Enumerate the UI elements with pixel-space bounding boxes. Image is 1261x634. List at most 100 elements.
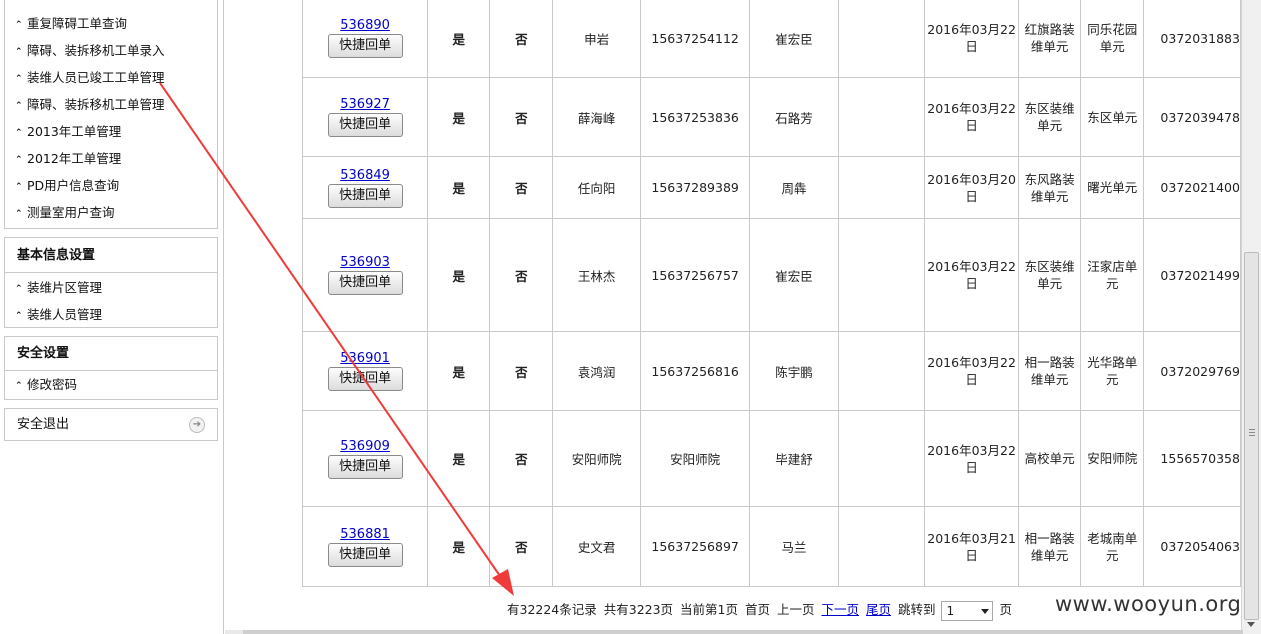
basic-settings-menu-list: ⌃ 装维片区管理 ⌃ 装维人员管理 — [5, 273, 217, 328]
cell-empty — [837, 410, 926, 507]
chevron-up-icon: ⌃ — [15, 74, 23, 84]
work-order-table: 536890 快捷回单是否申岩 15637254112 崔宏臣 2016年03月22日红… — [301, 0, 1241, 587]
table-row: 536909 快捷回单是否安阳师院 安阳师院 毕建舒 2016年03月22日 高校单元 安阳… — [301, 410, 1241, 507]
cell-landline: 0372039478 — [1143, 77, 1241, 157]
order-id-link[interactable]: 536890 — [304, 18, 427, 33]
watermark: www.wooyun.org — [1055, 592, 1242, 616]
cell-customer-name: 王林杰 — [552, 218, 641, 332]
quick-reply-button[interactable]: 快捷回单 — [327, 367, 403, 391]
horizontal-scrollbar[interactable] — [225, 630, 1243, 634]
quick-reply-button[interactable]: 快捷回单 — [327, 34, 403, 58]
order-id-link[interactable]: 536849 — [304, 168, 427, 183]
chevron-up-icon: ⌃ — [15, 47, 23, 57]
scrollbar-thumb[interactable] — [1244, 252, 1259, 620]
cell-area-unit: 同乐花园单元 — [1080, 0, 1145, 78]
menu-item-label: 测量室用户查询 — [27, 205, 115, 220]
cell-date: 2016年03月21日 — [924, 506, 1020, 587]
order-id-link[interactable]: 536901 — [304, 351, 427, 366]
menu-item-area-management[interactable]: ⌃ 装维片区管理 — [5, 274, 217, 301]
cell-area-unit: 老城南单元 — [1080, 506, 1145, 587]
quick-reply-button[interactable]: 快捷回单 — [327, 113, 403, 137]
cell-landline: 0372029769 — [1143, 331, 1241, 411]
menu-item-completed-orders[interactable]: ⌃ 装维人员已竣工工单管理 — [5, 64, 217, 91]
cell-phone: 15637289389 — [639, 156, 751, 219]
quick-reply-button[interactable]: 快捷回单 — [327, 271, 403, 295]
cell-date: 2016年03月20日 — [924, 156, 1020, 219]
menu-item-order-management[interactable]: ⌃ 障碍、装拆移机工单管理 — [5, 91, 217, 118]
cell-customer-name: 薛海峰 — [552, 77, 641, 157]
arrow-right-circle-icon: ➔ — [189, 417, 205, 433]
cell-empty — [837, 156, 926, 219]
quick-reply-button[interactable]: 快捷回单 — [327, 183, 403, 208]
table-row: 536927 快捷回单是否薛海峰 15637253836 石路芳 2016年03月22日… — [301, 77, 1241, 157]
menu-item-label: 2013年工单管理 — [27, 124, 122, 139]
logout-label: 安全退出 — [17, 417, 70, 432]
prev-page-text: 上一页 — [776, 602, 815, 617]
cell-maintenance-unit: 相一路装维单元 — [1018, 331, 1082, 411]
cell-staff: 崔宏臣 — [749, 218, 839, 332]
cell-date: 2016年03月22日 — [924, 331, 1020, 411]
table-row: 536901 快捷回单是否袁鸿润 15637256816 陈宇鹏 2016年03月22日… — [301, 331, 1241, 411]
cell-empty — [837, 331, 926, 411]
main-content: 536890 快捷回单是否申岩 15637254112 崔宏臣 2016年03月22日红… — [225, 0, 1241, 634]
panel-title: 安全设置 — [5, 337, 217, 371]
cell-landline: 0372031883 — [1143, 0, 1241, 78]
cell-phone: 15637254112 — [639, 0, 751, 78]
menu-item-order-entry[interactable]: ⌃ 障碍、装拆移机工单录入 — [5, 37, 217, 64]
page-jump-select[interactable]: 1 — [941, 600, 994, 621]
menu-item-2012-orders[interactable]: ⌃ 2012年工单管理 — [5, 145, 217, 172]
scrollbar-thumb[interactable] — [243, 630, 1243, 634]
chevron-up-icon: ⌃ — [15, 182, 23, 192]
page-count: 共有3223页 — [603, 602, 674, 617]
scroll-down-arrow-icon[interactable] — [1247, 622, 1255, 627]
cell-maintenance-unit: 红旗路装维单元 — [1018, 0, 1082, 78]
cell-phone: 15637256757 — [639, 218, 751, 332]
cell-flag-no: 否 — [489, 156, 554, 219]
menu-item-change-password[interactable]: ⌃ 修改密码 — [5, 371, 217, 398]
cell-empty — [837, 218, 926, 332]
basic-settings-panel: 基本信息设置 ⌃ 装维片区管理 ⌃ 装维人员管理 — [4, 237, 218, 328]
menu-item-measure-room-query[interactable]: ⌃ 测量室用户查询 — [5, 199, 217, 226]
chevron-up-icon: ⌃ — [15, 381, 23, 391]
menu-item-staff-management[interactable]: ⌃ 装维人员管理 — [5, 301, 217, 328]
cell-flag-yes: 是 — [427, 410, 491, 507]
menu-item-repeat-fault-query[interactable]: ⌃ 重复障碍工单查询 — [5, 10, 217, 37]
cell-order: 536903 快捷回单 — [301, 218, 429, 332]
cell-customer-name: 任向阳 — [552, 156, 641, 219]
cell-phone: 15637256897 — [639, 506, 751, 587]
logout-button[interactable]: 安全退出 ➔ — [4, 408, 218, 441]
order-id-link[interactable]: 536909 — [304, 439, 427, 454]
cell-maintenance-unit: 东区装维单元 — [1018, 218, 1082, 332]
page-jump-value: 1 — [946, 603, 955, 618]
last-page-link[interactable]: 尾页 — [866, 602, 891, 617]
table-row: 536849 快捷回单是否任向阳 15637289389 周犇 2016年03月20日东… — [301, 156, 1241, 219]
table-row: 536890 快捷回单是否申岩 15637254112 崔宏臣 2016年03月22日红… — [301, 0, 1241, 78]
cell-phone: 15637253836 — [639, 77, 751, 157]
quick-reply-button[interactable]: 快捷回单 — [327, 454, 403, 479]
cell-area-unit: 曙光单元 — [1080, 156, 1145, 219]
cell-staff: 马兰 — [749, 506, 839, 587]
chevron-down-icon — [981, 608, 990, 614]
cell-staff: 毕建舒 — [749, 410, 839, 507]
table-row: 536881 快捷回单是否史文君 15637256897 马兰 2016年03月21日相… — [301, 506, 1241, 587]
vertical-scrollbar[interactable] — [1241, 0, 1261, 634]
menu-item-2013-orders[interactable]: ⌃ 2013年工单管理 — [5, 118, 217, 145]
quick-reply-button[interactable]: 快捷回单 — [327, 542, 403, 567]
cell-empty — [837, 0, 926, 78]
menu-item-pd-user-query[interactable]: ⌃ PD用户信息查询 — [5, 172, 217, 199]
cell-maintenance-unit: 高校单元 — [1018, 410, 1082, 507]
grip-icon — [1249, 429, 1255, 436]
cell-maintenance-unit: 东风路装维单元 — [1018, 156, 1082, 219]
panel-title: 基本信息设置 — [5, 238, 217, 273]
menu-item-label: 修改密码 — [27, 377, 78, 392]
order-id-link[interactable]: 536927 — [304, 97, 427, 112]
cell-staff: 崔宏臣 — [749, 0, 839, 78]
menu-item-label: 装维片区管理 — [27, 280, 103, 295]
next-page-link[interactable]: 下一页 — [821, 602, 859, 617]
cell-customer-name: 申岩 — [552, 0, 641, 78]
order-id-link[interactable]: 536903 — [304, 255, 427, 270]
cell-customer-name: 袁鸿润 — [552, 331, 641, 411]
cell-area-unit: 安阳师院 — [1080, 410, 1145, 507]
cell-flag-no: 否 — [489, 218, 554, 332]
order-id-link[interactable]: 536881 — [304, 527, 427, 542]
